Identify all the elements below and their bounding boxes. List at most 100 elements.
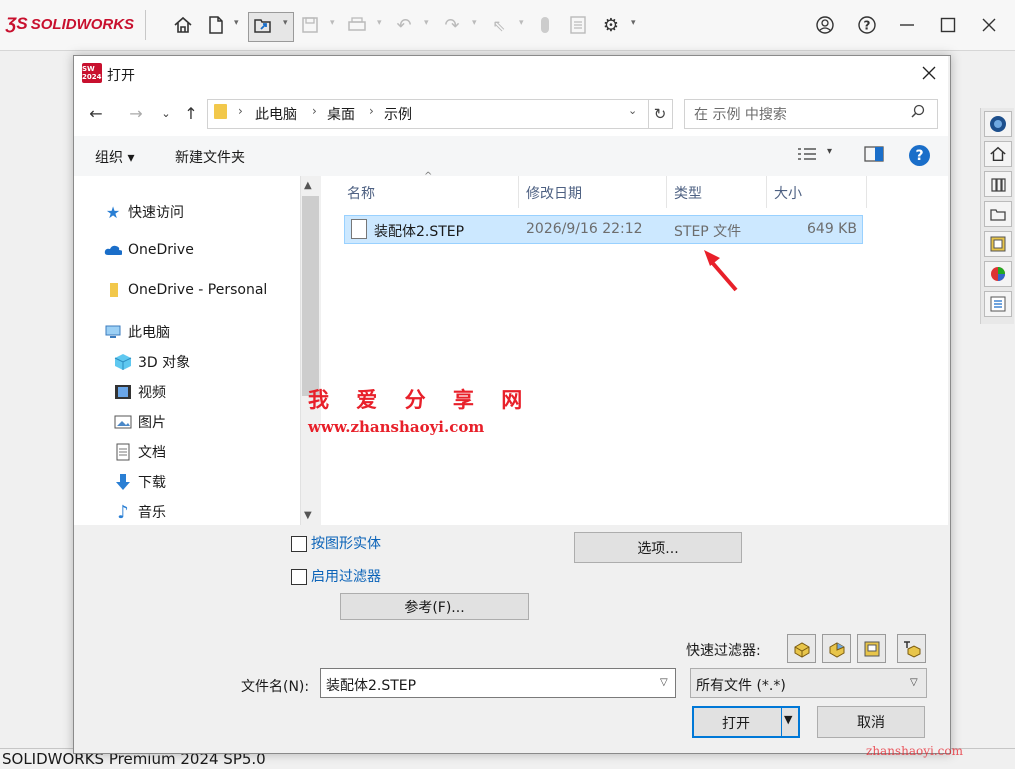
filter-parts-icon[interactable] (787, 634, 816, 663)
enable-filter-checkbox[interactable] (291, 569, 307, 585)
references-button[interactable]: 参考(F)... (340, 593, 529, 620)
column-divider[interactable] (518, 176, 519, 208)
nav-this-pc[interactable]: 此电脑 (104, 322, 170, 342)
maximize-icon[interactable] (936, 13, 960, 37)
nav-videos[interactable]: 视频 (114, 382, 166, 402)
home-icon[interactable] (171, 13, 195, 37)
user-icon[interactable] (813, 13, 837, 37)
nav-onedrive-personal[interactable]: OneDrive - Personal (104, 282, 267, 298)
forward-icon[interactable]: → (126, 103, 146, 123)
column-header-size[interactable]: 大小 (774, 183, 802, 203)
nav-downloads[interactable]: 下载 (114, 472, 166, 492)
sort-ascending-icon: ^ (424, 171, 433, 182)
nav-music[interactable]: ♪ 音乐 (114, 502, 166, 523)
view-options-icon[interactable] (797, 146, 817, 166)
refresh-icon[interactable]: ↻ (648, 99, 673, 129)
watermark-corner: zhanshaoyi.com (866, 744, 963, 758)
scrollbar-thumb[interactable] (302, 196, 319, 396)
view-dropdown-icon[interactable]: ▾ (827, 146, 832, 157)
dialog-title: 打开 (107, 68, 135, 84)
nav-pictures[interactable]: 图片 (114, 412, 166, 432)
map-bodies-checkbox[interactable] (291, 536, 307, 552)
nav-videos-label: 视频 (138, 385, 166, 401)
file-explorer-icon[interactable] (984, 201, 1012, 227)
download-arrow-icon (114, 474, 132, 490)
new-dropdown-icon[interactable]: ▾ (234, 18, 239, 28)
enable-filter-label[interactable]: 启用过滤器 (311, 566, 381, 586)
nav-documents[interactable]: 文档 (114, 442, 166, 462)
print-icon[interactable] (345, 13, 369, 37)
filter-top-assemblies-icon[interactable] (897, 634, 926, 663)
cancel-button[interactable]: 取消 (817, 706, 925, 738)
open-document-icon[interactable] (251, 13, 275, 37)
nav-3d-objects[interactable]: 3D 对象 (114, 352, 190, 372)
redo-icon[interactable]: ↷ (440, 13, 464, 37)
select-icon[interactable]: ⇖ (487, 13, 511, 37)
dialog-help-icon[interactable]: ? (909, 145, 930, 166)
file-type-dropdown-icon[interactable]: ▽ (910, 677, 918, 688)
appearances-icon[interactable] (984, 261, 1012, 287)
cloud-icon (104, 242, 122, 258)
open-dropdown-icon[interactable]: ▾ (283, 18, 288, 28)
scroll-up-icon[interactable]: ▲ (304, 180, 312, 191)
breadcrumb-this-pc[interactable]: 此电脑 (255, 104, 297, 124)
custom-properties-icon[interactable] (984, 291, 1012, 317)
open-dropdown-icon[interactable]: ▼ (784, 713, 792, 726)
scroll-down-icon[interactable]: ▼ (304, 510, 312, 521)
chevron-right-icon[interactable]: › (238, 104, 243, 118)
save-dropdown-icon[interactable]: ▾ (330, 18, 335, 28)
breadcrumb-desktop[interactable]: 桌面 (327, 104, 355, 124)
column-header-type[interactable]: 类型 (674, 183, 702, 203)
new-folder-button[interactable]: 新建文件夹 (175, 147, 245, 167)
select-dropdown-icon[interactable]: ▾ (519, 18, 524, 28)
options-dropdown-icon[interactable]: ▾ (631, 18, 636, 28)
column-divider[interactable] (766, 176, 767, 208)
filename-dropdown-icon[interactable]: ▽ (660, 677, 668, 688)
redo-dropdown-icon[interactable]: ▾ (472, 18, 477, 28)
search-icon[interactable] (911, 104, 925, 122)
column-header-name[interactable]: 名称 (347, 183, 375, 203)
view-palette-icon[interactable] (984, 231, 1012, 257)
rebuild-icon[interactable] (533, 13, 557, 37)
map-bodies-label[interactable]: 按图形实体 (311, 533, 381, 553)
column-divider[interactable] (866, 176, 867, 208)
chevron-right-icon[interactable]: › (312, 104, 317, 118)
back-icon[interactable]: ← (86, 103, 106, 123)
column-header-date[interactable]: 修改日期 (526, 183, 582, 203)
organize-button[interactable]: 组织 ▾ (95, 147, 134, 167)
navigation-pane (74, 176, 300, 525)
open-file-button-label[interactable]: 打开 (692, 713, 780, 733)
preview-pane-icon[interactable] (864, 146, 884, 166)
close-icon[interactable] (977, 13, 1001, 37)
filename-value[interactable]: 装配体2.STEP (326, 675, 416, 695)
options-button[interactable]: 选项... (574, 532, 742, 563)
print-dropdown-icon[interactable]: ▾ (377, 18, 382, 28)
file-type: STEP 文件 (674, 224, 742, 240)
nav-onedrive-label: OneDrive (128, 242, 194, 258)
undo-icon[interactable]: ↶ (392, 13, 416, 37)
design-library-icon[interactable] (984, 171, 1012, 197)
up-icon[interactable]: ↑ (181, 103, 201, 123)
filter-assemblies-icon[interactable] (822, 634, 851, 663)
column-divider[interactable] (666, 176, 667, 208)
nav-onedrive[interactable]: OneDrive (104, 242, 194, 258)
undo-dropdown-icon[interactable]: ▾ (424, 18, 429, 28)
file-type-value: 所有文件 (*.*) (696, 678, 786, 694)
solidworks-resources-icon[interactable] (984, 111, 1012, 137)
save-icon[interactable] (298, 13, 322, 37)
filter-drawings-icon[interactable] (857, 634, 886, 663)
address-dropdown-icon[interactable]: ⌄ (628, 104, 637, 117)
dialog-close-icon[interactable] (918, 62, 940, 84)
recent-locations-icon[interactable]: ⌄ (156, 103, 176, 123)
nav-quick-access[interactable]: ★ 快速访问 (104, 202, 184, 222)
cube-icon (114, 354, 132, 370)
file-properties-icon[interactable] (566, 13, 590, 37)
help-icon[interactable]: ? (855, 13, 879, 37)
options-icon[interactable]: ⚙ (599, 13, 623, 37)
home-icon[interactable] (984, 141, 1012, 167)
minimize-icon[interactable] (895, 13, 919, 37)
nav-quick-access-label: 快速访问 (128, 205, 184, 221)
breadcrumb-examples[interactable]: 示例 (384, 104, 412, 124)
chevron-right-icon[interactable]: › (369, 104, 374, 118)
new-document-icon[interactable] (204, 13, 228, 37)
